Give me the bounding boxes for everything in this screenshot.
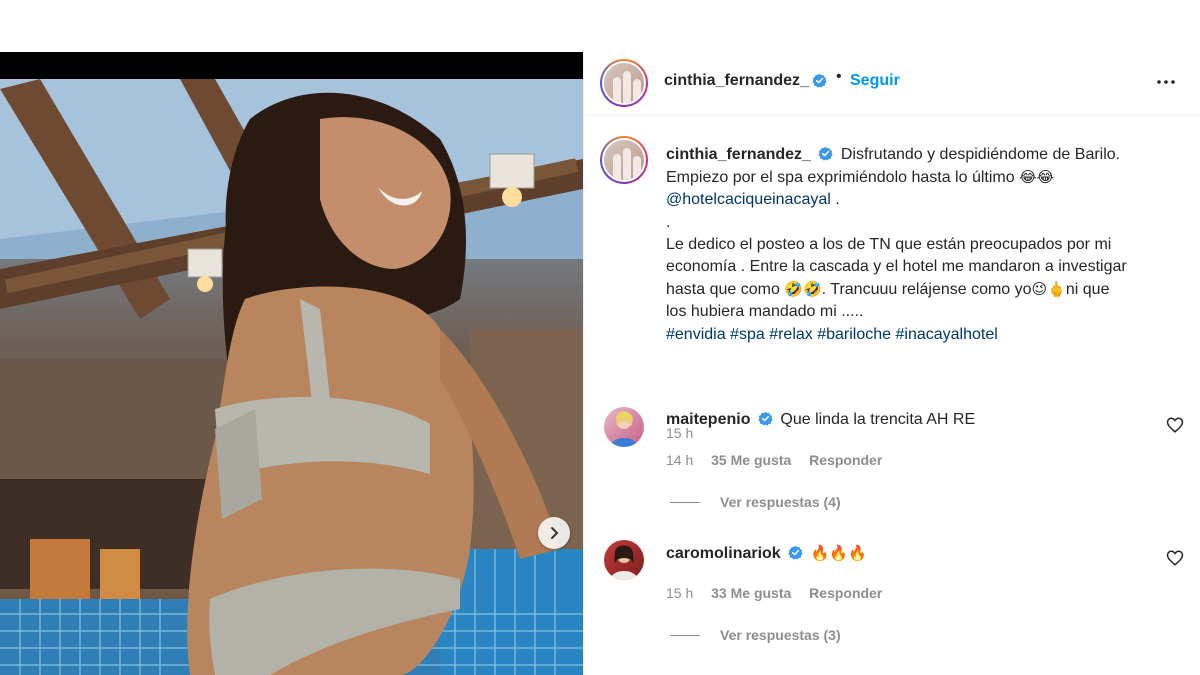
commenter-avatar[interactable]: [604, 540, 644, 580]
reply-button[interactable]: Responder: [809, 585, 882, 601]
caption-line-2: Empiezo por el spa exprimiéndolo hasta l…: [666, 169, 1015, 187]
media-top-bar: [0, 52, 583, 79]
commenter-username[interactable]: caromolinariok: [666, 545, 781, 562]
comment-body: Que linda la trencita AH RE: [780, 411, 976, 428]
caption-line-6a: hasta que como: [666, 281, 785, 299]
mention-suffix: .: [830, 191, 840, 209]
post-photo[interactable]: [0, 79, 583, 675]
caption-dot-line: .: [666, 213, 671, 231]
header-separator: •: [836, 68, 842, 85]
verified-badge-icon: [818, 146, 834, 161]
rofl-emoji: 🤣🤣: [784, 280, 822, 299]
verified-badge-icon: [812, 73, 827, 88]
wink-finger-emoji: 😉🖕: [1031, 280, 1066, 299]
verified-badge-icon: [758, 411, 773, 426]
caption-line-4: Le dedico el posteo a los de TN que está…: [666, 235, 1112, 253]
fire-emoji: 🔥🔥🔥: [810, 544, 867, 562]
view-replies-label: Ver respuestas (4): [720, 494, 841, 510]
carousel-next-button[interactable]: [538, 517, 570, 549]
hotel-mention-link[interactable]: @hotelcaciqueinacayal: [666, 191, 831, 208]
caption-line-5: economía . Entre la cascada y el hotel m…: [666, 258, 1127, 276]
caption-hashtags[interactable]: #envidia #spa #relax #bariloche #inacaya…: [666, 324, 1176, 346]
more-options-icon[interactable]: [1154, 70, 1178, 94]
comment-likes[interactable]: 35 Me gusta: [711, 452, 791, 468]
replies-divider: [670, 501, 700, 503]
heart-outline-icon[interactable]: [1166, 549, 1184, 567]
caption-line-6c: ni que: [1065, 281, 1110, 299]
commenter-username[interactable]: maitepenio: [666, 411, 750, 428]
caption-username[interactable]: cinthia_fernandez_: [666, 146, 811, 163]
photo-illustration: [0, 79, 583, 675]
commenter-avatar[interactable]: [604, 407, 644, 447]
laughing-emoji: 😂😂: [1019, 168, 1055, 187]
heart-outline-icon[interactable]: [1166, 416, 1184, 434]
caption-line-1: Disfrutando y despidiéndome de Barilo.: [840, 146, 1121, 163]
view-replies-label: Ver respuestas (3): [720, 627, 841, 643]
comment-timestamp: 15 h: [666, 585, 694, 601]
author-avatar[interactable]: [600, 59, 648, 107]
post-media: [0, 52, 583, 675]
caption-text: cinthia_fernandez_ Disfrutando y despidi…: [666, 144, 1176, 346]
caption-line-6b: . Trancuuu relájense como yo: [821, 281, 1032, 299]
replies-divider: [670, 634, 700, 636]
chevron-right-icon: [551, 527, 559, 539]
caption-author-avatar[interactable]: [600, 136, 648, 184]
verified-badge-icon: [788, 545, 803, 560]
post-header: cinthia_fernandez_ • Seguir: [584, 52, 1200, 116]
author-username[interactable]: cinthia_fernandez_: [664, 72, 809, 90]
follow-button[interactable]: Seguir: [850, 72, 900, 90]
comment-timestamp: 14 h: [666, 452, 694, 468]
caption-line-7: los hubiera mandado mi .....: [666, 303, 864, 321]
view-replies-button[interactable]: Ver respuestas (3): [670, 627, 841, 643]
comment-likes[interactable]: 33 Me gusta: [711, 585, 791, 601]
post-details-panel: cinthia_fernandez_ • Seguir cinthia_fern…: [583, 52, 1200, 675]
view-replies-button[interactable]: Ver respuestas (4): [670, 494, 841, 510]
reply-button[interactable]: Responder: [809, 452, 882, 468]
